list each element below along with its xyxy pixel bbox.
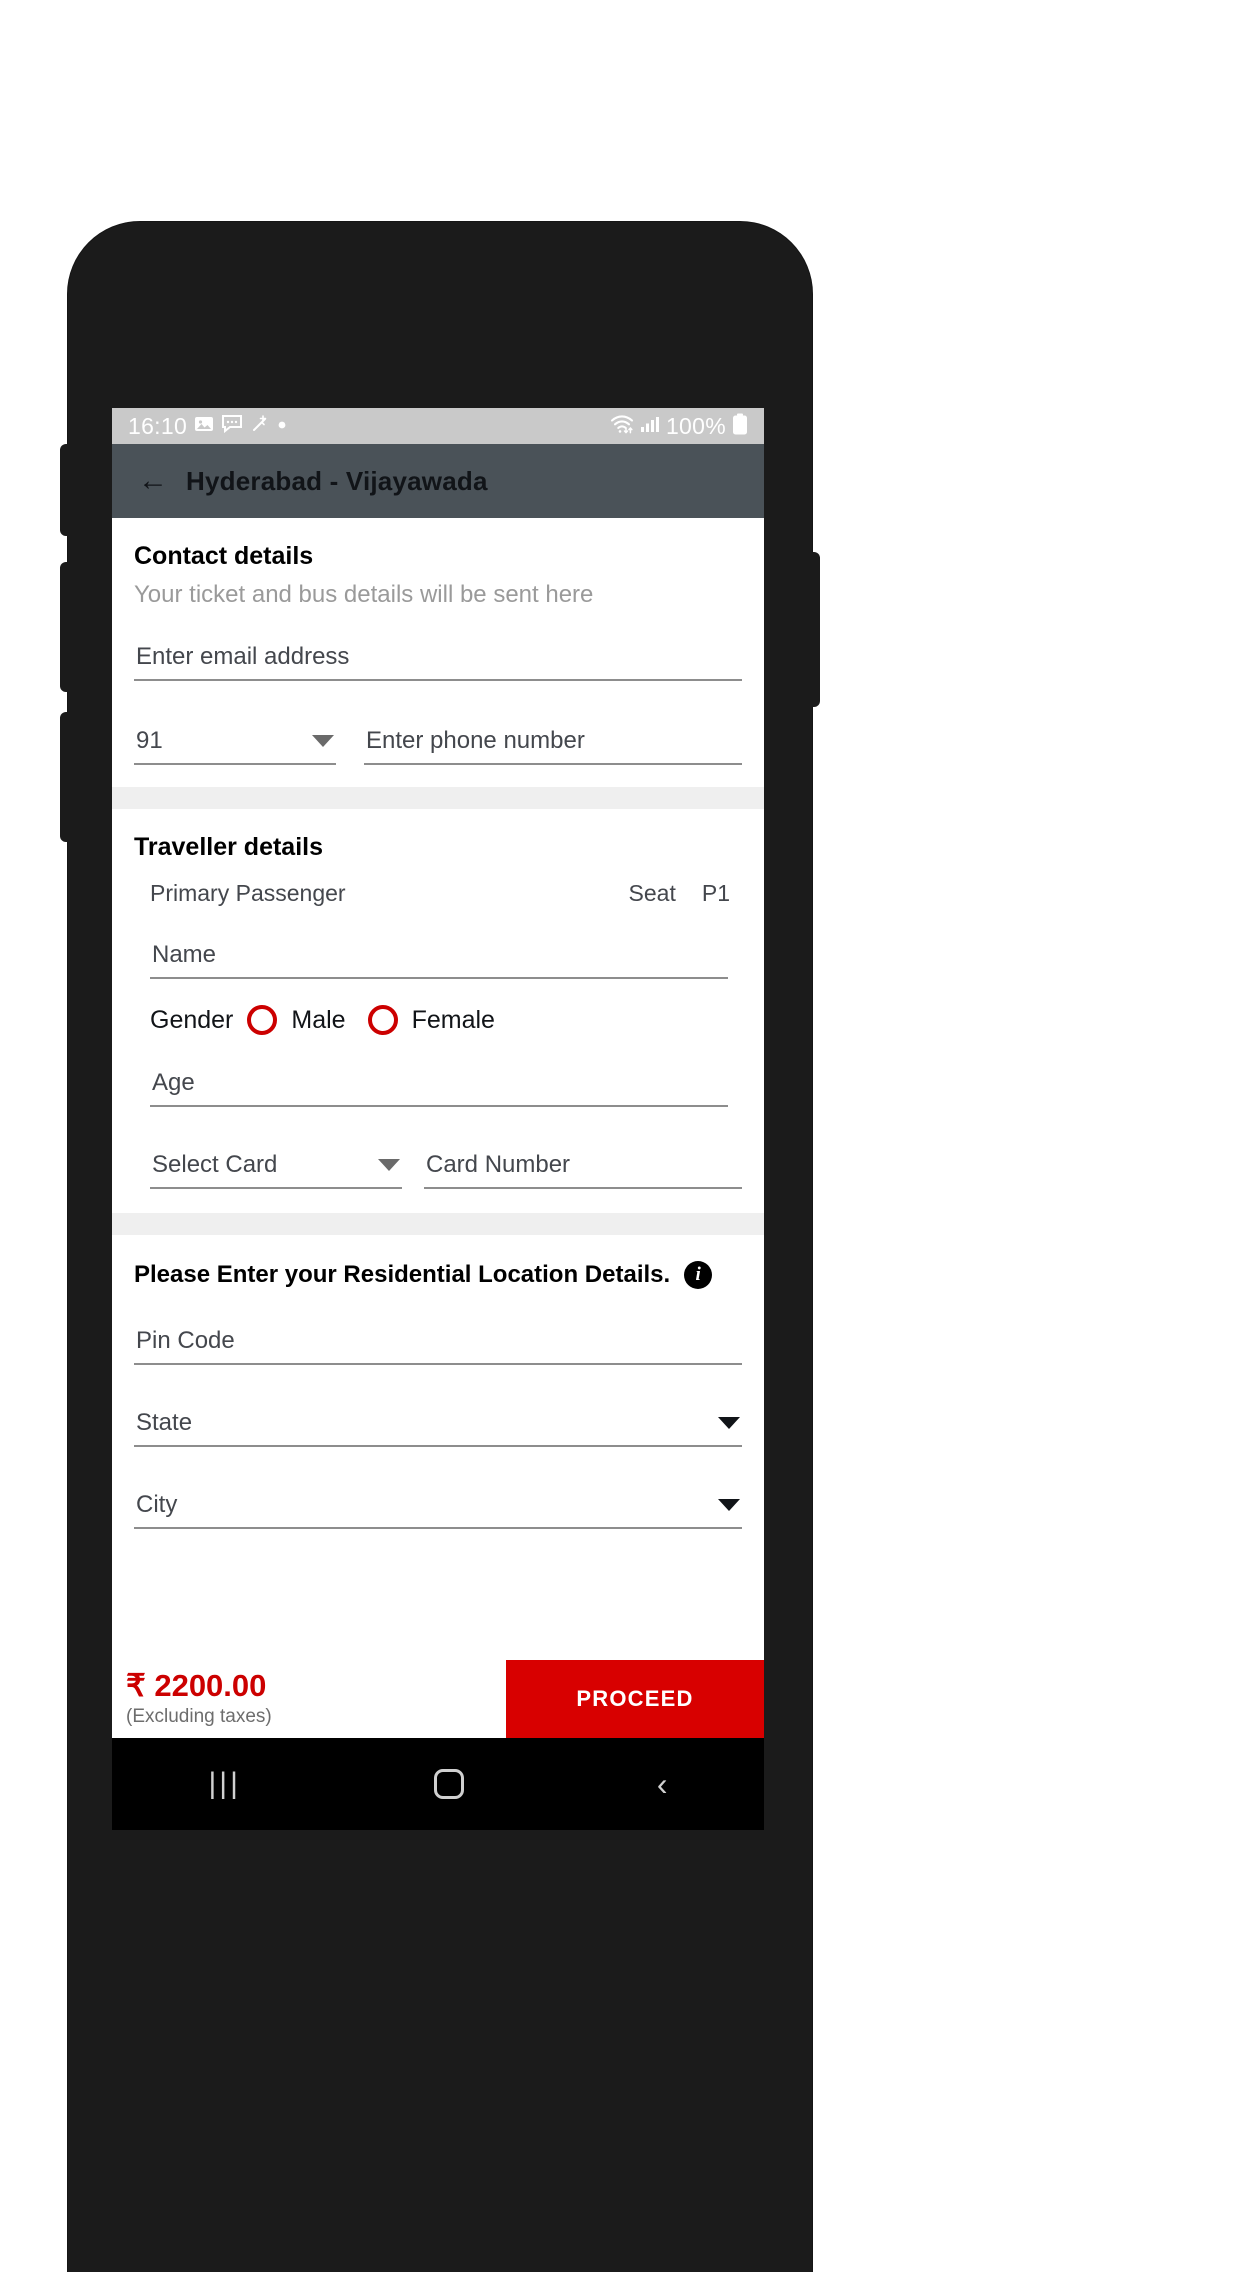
age-field[interactable]: Age xyxy=(150,1061,728,1107)
wifi-icon xyxy=(610,413,634,440)
country-code-select[interactable]: 91 xyxy=(134,719,336,765)
card-number-field[interactable]: Card Number xyxy=(424,1143,742,1189)
status-bar-left: 16:10 xyxy=(128,413,287,440)
section-divider-1 xyxy=(112,787,764,809)
residential-location-card: Please Enter your Residential Location D… xyxy=(112,1235,764,1669)
card-number-placeholder: Card Number xyxy=(426,1151,571,1178)
age-field-placeholder: Age xyxy=(152,1069,195,1096)
phone-number-field[interactable]: Enter phone number xyxy=(364,719,742,765)
state-dropdown[interactable]: State xyxy=(134,1401,742,1447)
price-block: ₹ 2200.00 (Excluding taxes) xyxy=(112,1660,506,1738)
gender-row: Gender Male Female xyxy=(134,979,742,1039)
gender-option-male[interactable]: Male xyxy=(291,1006,345,1035)
email-field[interactable]: Enter email address xyxy=(134,635,742,681)
back-arrow-icon[interactable]: ← xyxy=(138,466,168,496)
message-icon xyxy=(221,414,243,439)
traveller-details-title: Traveller details xyxy=(134,833,324,861)
device-power-button[interactable] xyxy=(810,552,820,707)
pin-code-placeholder: Pin Code xyxy=(136,1327,235,1354)
state-placeholder: State xyxy=(136,1409,193,1436)
magic-wand-icon xyxy=(250,414,270,439)
residential-location-title: Please Enter your Residential Location D… xyxy=(134,1261,671,1288)
status-time: 16:10 xyxy=(128,412,188,439)
back-icon[interactable]: ‹ xyxy=(657,1768,668,1800)
pin-code-field[interactable]: Pin Code xyxy=(134,1319,742,1365)
form-scroll-container[interactable]: Contact details Your ticket and bus deta… xyxy=(112,518,764,1738)
city-placeholder: City xyxy=(136,1491,178,1518)
contact-details-title: Contact details xyxy=(134,542,314,570)
section-divider-2 xyxy=(112,1213,764,1235)
home-icon[interactable] xyxy=(433,1769,464,1799)
passenger-header-row: Primary Passenger Seat P1 xyxy=(134,862,742,907)
device-button-left-1[interactable] xyxy=(60,444,70,536)
contact-details-subtitle: Your ticket and bus details will be sent… xyxy=(134,581,594,608)
chevron-down-icon xyxy=(312,735,334,747)
phone-row: 91 Enter phone number xyxy=(134,719,742,765)
passenger-name-field[interactable]: Name xyxy=(150,933,728,979)
battery-percent: 100% xyxy=(665,412,726,439)
photo-icon xyxy=(194,414,214,439)
phone-device-frame: 16:10 100% ← Hyderabad - Vijayawada Cont… xyxy=(60,222,820,2272)
info-icon[interactable]: i xyxy=(684,1261,713,1289)
dot-icon xyxy=(277,417,287,435)
name-field-placeholder: Name xyxy=(152,941,217,968)
chevron-down-icon xyxy=(718,1499,740,1511)
status-bar-right: 100% xyxy=(610,413,748,440)
status-bar: 16:10 100% xyxy=(112,408,764,444)
battery-icon xyxy=(732,413,748,440)
gender-option-female[interactable]: Female xyxy=(412,1006,495,1035)
contact-details-card: Contact details Your ticket and bus deta… xyxy=(112,518,764,787)
email-field-placeholder: Enter email address xyxy=(136,643,350,670)
device-volume-up-button[interactable] xyxy=(60,562,70,692)
device-volume-down-button[interactable] xyxy=(60,712,70,842)
recents-icon[interactable]: ||| xyxy=(208,1767,240,1801)
country-code-value: 91 xyxy=(136,727,163,754)
select-card-dropdown[interactable]: Select Card xyxy=(150,1143,402,1189)
seat-info-group: Seat P1 xyxy=(629,880,730,907)
signal-icon xyxy=(640,414,660,439)
select-card-value: Select Card xyxy=(152,1151,278,1178)
seat-value: P1 xyxy=(701,880,730,906)
seat-label: Seat xyxy=(628,880,676,906)
gender-label: Gender xyxy=(150,1005,234,1034)
gender-radio-female[interactable] xyxy=(367,1005,398,1035)
proceed-button[interactable]: PROCEED xyxy=(506,1660,764,1738)
residential-title-row: Please Enter your Residential Location D… xyxy=(134,1235,742,1289)
bottom-action-bar: ₹ 2200.00 (Excluding taxes) PROCEED xyxy=(112,1660,764,1738)
page-title: Hyderabad - Vijayawada xyxy=(186,465,488,496)
gender-radio-male[interactable] xyxy=(247,1005,278,1035)
chevron-down-icon xyxy=(378,1159,400,1171)
price-tax-note: (Excluding taxes) xyxy=(126,1705,272,1727)
chevron-down-icon xyxy=(718,1417,740,1429)
primary-passenger-label: Primary Passenger xyxy=(150,880,346,906)
traveller-details-card: Traveller details Primary Passenger Seat… xyxy=(112,809,764,1213)
total-price: ₹ 2200.00 xyxy=(126,1668,267,1704)
phone-screen: 16:10 100% ← Hyderabad - Vijayawada Cont… xyxy=(112,408,764,1738)
city-dropdown[interactable]: City xyxy=(134,1483,742,1529)
card-row: Select Card Card Number xyxy=(150,1143,742,1189)
android-nav-bar: ||| ‹ xyxy=(112,1738,764,1830)
app-header: ← Hyderabad - Vijayawada xyxy=(112,444,764,518)
phone-field-placeholder: Enter phone number xyxy=(366,727,585,754)
